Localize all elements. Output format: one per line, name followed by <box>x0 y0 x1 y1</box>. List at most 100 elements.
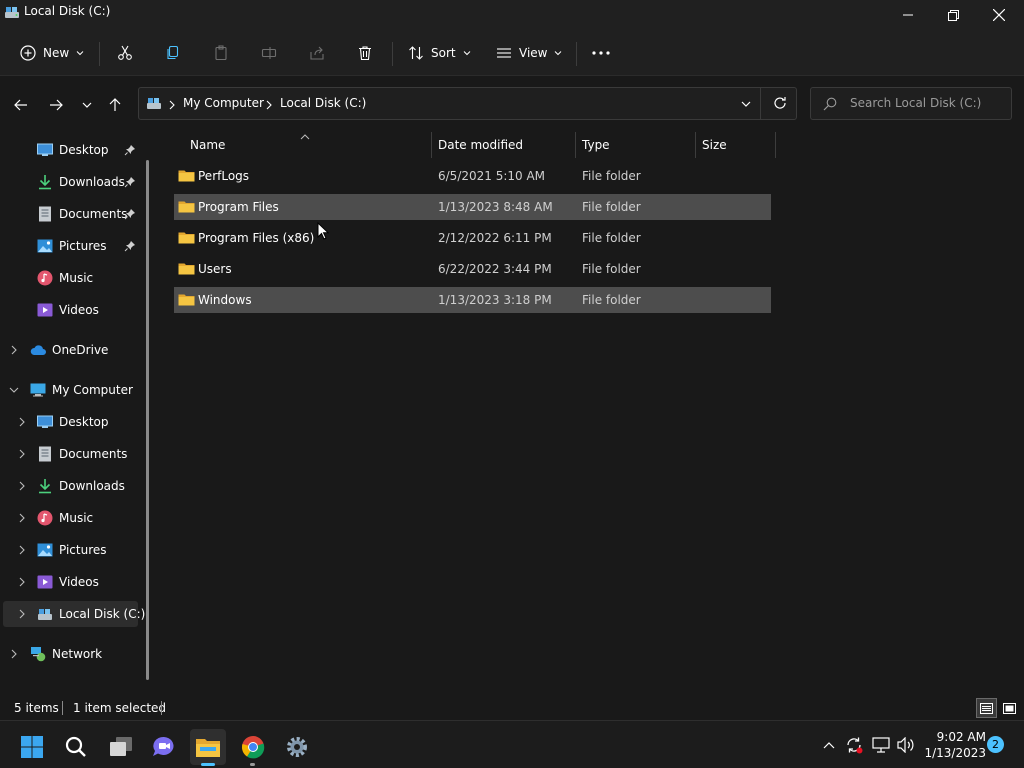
restore-button[interactable] <box>930 0 976 30</box>
up-button[interactable] <box>101 93 129 117</box>
nav-item-network[interactable]: Network <box>30 641 102 667</box>
clock[interactable]: 9:02 AM 1/13/2023 <box>922 729 986 761</box>
paste-button[interactable] <box>213 38 229 68</box>
download-icon <box>37 174 53 190</box>
forward-button[interactable] <box>42 93 70 117</box>
search-icon <box>823 97 837 114</box>
file-row-program-files[interactable]: Program Files 1/13/2023 8:48 AM File fol… <box>174 194 771 220</box>
breadcrumb-local-disk[interactable]: Local Disk (C:) <box>280 96 366 110</box>
column-divider[interactable] <box>695 132 696 158</box>
minimize-button[interactable] <box>885 0 931 30</box>
chevron-right-icon[interactable] <box>8 648 20 660</box>
taskbar-search-button[interactable] <box>58 729 94 765</box>
nav-item-pictures[interactable]: Pictures <box>37 233 107 259</box>
chrome-icon <box>241 736 265 759</box>
recent-locations-button[interactable] <box>73 93 101 117</box>
show-hidden-icons-button[interactable] <box>818 733 840 757</box>
column-header-date[interactable]: Date modified <box>438 132 523 158</box>
nav-item-desktop[interactable]: Desktop <box>37 137 109 163</box>
column-header-type[interactable]: Type <box>582 132 610 158</box>
download-icon <box>37 478 53 494</box>
nav-item-my-computer[interactable]: My Computer <box>30 377 133 403</box>
pictures-icon <box>37 238 53 254</box>
chevron-right-icon[interactable] <box>16 576 28 588</box>
file-row-users[interactable]: Users 6/22/2022 3:44 PM File folder <box>174 256 771 282</box>
breadcrumb-my-computer[interactable]: My Computer <box>183 96 264 110</box>
sort-button[interactable]: Sort <box>408 38 471 68</box>
column-header-name[interactable]: Name <box>190 132 225 158</box>
nav-item-computer-pictures[interactable]: Pictures <box>37 537 107 563</box>
chevron-right-icon[interactable] <box>16 544 28 556</box>
nav-label: Documents <box>59 207 128 221</box>
nav-item-computer-documents[interactable]: Documents <box>37 441 127 467</box>
tiles-view-button[interactable] <box>999 698 1020 718</box>
mouse-cursor-icon <box>317 221 330 243</box>
new-button[interactable]: New <box>20 38 84 68</box>
copy-icon <box>167 45 179 60</box>
nav-scrollbar[interactable] <box>146 160 149 680</box>
chevron-right-icon[interactable] <box>16 512 28 524</box>
chevron-right-icon[interactable] <box>8 344 20 356</box>
teams-chat-button[interactable] <box>146 729 182 765</box>
task-view-button[interactable] <box>103 729 139 765</box>
cloud-icon <box>30 342 46 358</box>
separator <box>99 42 100 66</box>
details-view-button[interactable] <box>976 698 997 718</box>
nav-item-computer-music[interactable]: Music <box>37 505 93 531</box>
copy-button[interactable] <box>165 38 181 68</box>
nav-item-computer-videos[interactable]: Videos <box>37 569 99 595</box>
volume-button[interactable] <box>895 733 917 757</box>
notification-badge[interactable]: 2 <box>987 736 1004 753</box>
refresh-button[interactable] <box>773 96 787 113</box>
sync-status-button[interactable] <box>843 733 865 757</box>
chevron-down-icon[interactable] <box>8 384 20 396</box>
address-history-dropdown[interactable] <box>741 98 751 112</box>
file-row-windows[interactable]: Windows 1/13/2023 3:18 PM File folder <box>174 287 771 313</box>
column-divider[interactable] <box>575 132 576 158</box>
nav-item-computer-desktop[interactable]: Desktop <box>37 409 109 435</box>
view-button[interactable]: View <box>496 38 562 68</box>
arrow-up-icon <box>109 98 121 111</box>
address-bar[interactable]: My Computer Local Disk (C:) <box>138 87 797 120</box>
nav-item-music[interactable]: Music <box>37 265 93 291</box>
nav-item-computer-downloads[interactable]: Downloads <box>37 473 125 499</box>
chevron-right-icon[interactable] <box>16 448 28 460</box>
file-date: 6/22/2022 3:44 PM <box>438 262 552 276</box>
file-explorer-taskbar-button[interactable] <box>190 729 226 765</box>
clock-date: 1/13/2023 <box>924 746 986 760</box>
nav-item-downloads[interactable]: Downloads <box>37 169 125 195</box>
chevron-right-icon[interactable] <box>16 608 28 620</box>
cut-button[interactable] <box>117 38 133 68</box>
column-divider[interactable] <box>431 132 432 158</box>
close-button[interactable] <box>976 0 1022 30</box>
chat-icon <box>153 736 174 756</box>
share-button[interactable] <box>309 38 325 68</box>
chevron-down-icon <box>82 102 92 108</box>
chevron-right-icon[interactable] <box>16 480 28 492</box>
back-button[interactable] <box>7 93 35 117</box>
drive-icon <box>37 606 53 622</box>
chrome-taskbar-button[interactable] <box>235 729 271 765</box>
nav-label: Downloads <box>59 175 125 189</box>
file-name: Program Files (x86) <box>198 231 315 245</box>
settings-taskbar-button[interactable] <box>279 729 315 765</box>
column-divider[interactable] <box>775 132 776 158</box>
videos-icon <box>37 574 53 590</box>
network-status-button[interactable] <box>870 733 892 757</box>
chevron-down-icon <box>741 101 751 107</box>
start-button[interactable] <box>14 729 50 765</box>
column-header-size[interactable]: Size <box>702 132 727 158</box>
delete-button[interactable] <box>357 38 373 68</box>
chevron-right-icon[interactable] <box>16 416 28 428</box>
rename-button[interactable] <box>261 38 277 68</box>
more-options-button[interactable] <box>592 38 610 68</box>
file-row-perflogs[interactable]: PerfLogs 6/5/2021 5:10 AM File folder <box>174 163 771 189</box>
nav-item-documents[interactable]: Documents <box>37 201 127 227</box>
file-row-program-files-x86[interactable]: Program Files (x86) 2/12/2022 6:11 PM Fi… <box>174 225 771 251</box>
folder-icon <box>178 261 195 278</box>
nav-label: Music <box>59 271 94 285</box>
nav-item-onedrive[interactable]: OneDrive <box>30 337 108 363</box>
nav-item-local-disk[interactable]: Local Disk (C:) <box>37 601 145 627</box>
nav-item-videos[interactable]: Videos <box>37 297 99 323</box>
search-box[interactable]: Search Local Disk (C:) <box>810 87 1012 120</box>
